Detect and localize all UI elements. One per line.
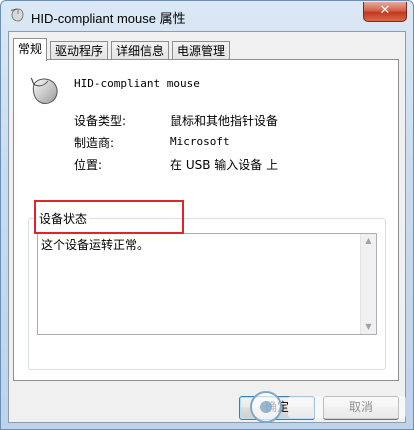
status-highlight-box — [34, 200, 184, 234]
device-type-value: 鼠标和其他指针设备 — [170, 114, 279, 128]
device-type-label: 设备类型: — [74, 114, 127, 128]
manufacturer-label: 制造商: — [74, 136, 115, 150]
tab-power-label: 电源管理 — [177, 44, 226, 58]
close-icon: ✕ — [379, 3, 391, 18]
tab-power-management[interactable]: 电源管理 — [172, 41, 231, 60]
scroll-down-arrow-icon[interactable]: ▼ — [361, 320, 376, 334]
mouse-icon — [30, 77, 58, 105]
window-title: HID-compliant mouse 属性 — [31, 11, 186, 26]
mouse-icon — [10, 8, 24, 22]
tab-details-label: 详细信息 — [116, 44, 165, 58]
tab-details[interactable]: 详细信息 — [111, 41, 170, 60]
location-value: 在 USB 输入设备 上 — [170, 158, 279, 172]
ok-button-label: 确定 — [264, 400, 289, 414]
close-button[interactable]: ✕ — [363, 2, 407, 22]
device-status-group: 设备状态 这个设备运转正常。 ▲ ▼ — [28, 210, 386, 370]
ok-button[interactable]: 确定 — [239, 396, 315, 420]
tab-driver-label: 驱动程序 — [55, 44, 104, 58]
cancel-button-label: 取消 — [348, 400, 373, 414]
device-status-textbox[interactable]: 这个设备运转正常。 ▲ ▼ — [37, 233, 377, 335]
status-scrollbar[interactable]: ▲ ▼ — [360, 234, 376, 334]
location-label: 位置: — [74, 158, 103, 172]
scroll-up-arrow-icon[interactable]: ▲ — [361, 234, 376, 248]
tab-driver[interactable]: 驱动程序 — [50, 41, 109, 60]
tab-general-label: 常规 — [18, 42, 43, 56]
tab-general[interactable]: 常规 — [13, 38, 48, 61]
device-name: HID-compliant mouse — [74, 77, 200, 90]
device-status-text: 这个设备运转正常。 — [41, 238, 150, 252]
manufacturer-value: Microsoft — [170, 135, 230, 148]
cancel-button[interactable]: 取消 — [323, 396, 399, 420]
title-bar[interactable]: HID-compliant mouse 属性 ✕ — [1, 1, 413, 31]
